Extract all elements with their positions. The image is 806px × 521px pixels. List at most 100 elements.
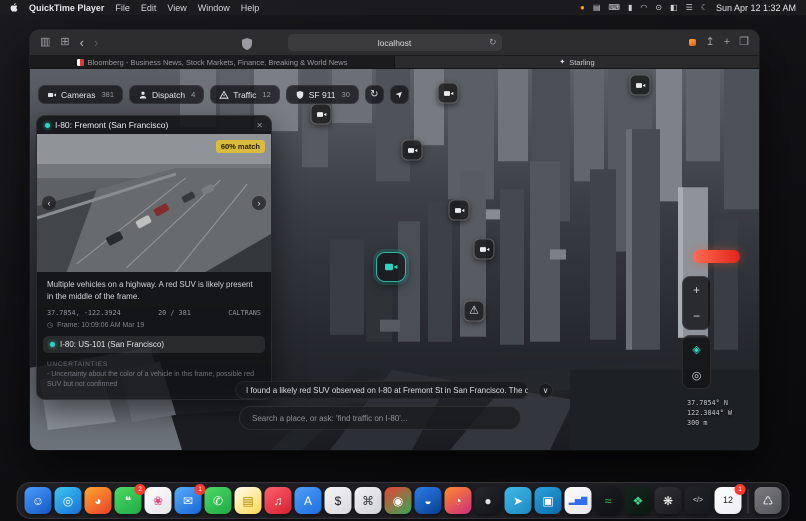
zoom-controls: + − bbox=[682, 276, 711, 330]
dock-firefox[interactable]: ◕ bbox=[85, 487, 112, 514]
share-icon[interactable]: ↥ bbox=[705, 37, 714, 48]
zoom-in-button[interactable]: + bbox=[683, 277, 710, 303]
control-center-icon[interactable]: ◧ bbox=[670, 4, 678, 12]
coordinate-alt: 300 m bbox=[687, 418, 732, 428]
spotlight-icon[interactable]: ⊙ bbox=[655, 4, 662, 12]
coordinate-lon: 122.3844° W bbox=[687, 408, 732, 418]
dock-facetime[interactable]: ✆ bbox=[205, 487, 232, 514]
menu-view[interactable]: View bbox=[167, 3, 186, 13]
recenter-button[interactable]: ◎ bbox=[683, 362, 710, 388]
dispatch-button[interactable]: Dispatch 4 bbox=[129, 85, 204, 104]
traffic-button[interactable]: Traffic 12 bbox=[210, 85, 280, 104]
refresh-icon: ↻ bbox=[370, 89, 378, 100]
tab-overview-icon[interactable]: ⊞ bbox=[60, 37, 69, 48]
dock-safari[interactable]: ◎ bbox=[55, 487, 82, 514]
tab-bloomberg[interactable]: Bloomberg - Business News, Stock Markets… bbox=[30, 56, 395, 68]
next-camera-button[interactable]: › bbox=[252, 196, 266, 210]
mail-icon: ✉ bbox=[183, 495, 193, 507]
tab-starling[interactable]: ✦ Starling bbox=[395, 56, 759, 68]
menu-window[interactable]: Window bbox=[198, 3, 230, 13]
dock-trash[interactable]: ♺ bbox=[755, 487, 782, 514]
browser-toolbar: ▥ ⊞ ‹ › localhost ↻ ↥ + ❐ bbox=[30, 30, 759, 56]
keyboard-icon[interactable]: ⌨ bbox=[608, 4, 620, 12]
chat-collapse-button[interactable]: ∨ bbox=[538, 383, 553, 398]
dock-calendar[interactable]: 121 bbox=[715, 487, 742, 514]
dock-mail[interactable]: ✉1 bbox=[175, 487, 202, 514]
nav-controls: ◈ ◎ bbox=[682, 335, 711, 389]
dock-firefox-dev[interactable]: ◔ bbox=[445, 487, 472, 514]
extension-icon[interactable] bbox=[689, 39, 696, 46]
assistant-message[interactable]: I found a likely red SUV observed on I-8… bbox=[235, 381, 529, 399]
address-bar[interactable]: localhost ↻ bbox=[288, 34, 502, 51]
dock-sketch[interactable]: ❋ bbox=[655, 487, 682, 514]
forward-icon[interactable]: › bbox=[94, 36, 98, 49]
panel-header: I-80: Fremont (San Francisco) ✕ bbox=[37, 116, 271, 134]
sidebar-icon[interactable]: ▥ bbox=[40, 37, 50, 48]
sf911-button[interactable]: SF 911 30 bbox=[286, 85, 359, 104]
dock-activity[interactable]: ≈ bbox=[595, 487, 622, 514]
dock-stocks[interactable]: ▂▅▇ bbox=[565, 487, 592, 514]
dock-node[interactable]: ❖ bbox=[625, 487, 652, 514]
new-tab-icon[interactable]: + bbox=[724, 37, 730, 48]
close-icon[interactable]: ✕ bbox=[256, 121, 263, 130]
dock-obs[interactable]: ● bbox=[475, 487, 502, 514]
locate-button[interactable]: ➤ bbox=[390, 85, 409, 104]
dock: ☺◎◕❝2❀✉1✆▤♫A$⌘◉◒◔●➤▣▂▅▇≈❖❋</>121♺ bbox=[17, 482, 790, 519]
notification-badge: 1 bbox=[735, 484, 746, 495]
camera-marker[interactable] bbox=[438, 83, 459, 104]
map-coordinates: 37.7854° N 122.3844° W 300 m bbox=[687, 398, 732, 429]
next-camera-item[interactable]: I-80: US-101 (San Francisco) bbox=[43, 336, 265, 353]
map-view[interactable]: ⚠ Cameras 381 Dispatch 4 Traffic 12 bbox=[30, 69, 759, 450]
refresh-button[interactable]: ↻ bbox=[365, 85, 384, 104]
obs-icon: ● bbox=[484, 495, 491, 507]
menu-status-area: ● ▤ ⌨ ▮ ◠ ⊙ ◧ ☰ ☾ Sun Apr 12 1:32 AM bbox=[580, 3, 796, 13]
display-icon[interactable]: ▤ bbox=[593, 4, 601, 12]
tab-bar: Bloomberg - Business News, Stock Markets… bbox=[30, 56, 759, 69]
menu-app-name[interactable]: QuickTime Player bbox=[29, 3, 104, 13]
wifi-icon[interactable]: ◠ bbox=[640, 4, 647, 12]
back-icon[interactable]: ‹ bbox=[80, 36, 84, 49]
dock-chrome[interactable]: ◉ bbox=[385, 487, 412, 514]
alert-pill[interactable] bbox=[693, 250, 740, 263]
privacy-shield-icon[interactable] bbox=[242, 37, 252, 55]
dock-photos[interactable]: ❀ bbox=[145, 487, 172, 514]
dock-vscode[interactable]: </> bbox=[685, 487, 712, 514]
menu-file[interactable]: File bbox=[115, 3, 130, 13]
camera-marker[interactable] bbox=[402, 140, 423, 161]
apple-menu-icon[interactable] bbox=[10, 3, 18, 12]
dock-app-store[interactable]: A bbox=[295, 487, 322, 514]
menu-help[interactable]: Help bbox=[241, 3, 260, 13]
dock-finder[interactable]: ☺ bbox=[25, 487, 52, 514]
camera-marker[interactable] bbox=[311, 104, 332, 125]
camera-marker[interactable] bbox=[630, 75, 651, 96]
reload-icon[interactable]: ↻ bbox=[489, 37, 497, 48]
zoom-out-button[interactable]: − bbox=[683, 303, 710, 329]
dock-notes[interactable]: ▤ bbox=[235, 487, 262, 514]
menu-extra-icon[interactable]: ☰ bbox=[686, 4, 693, 12]
record-status-icon[interactable]: ● bbox=[580, 4, 585, 12]
warning-marker[interactable]: ⚠ bbox=[464, 301, 485, 322]
prev-camera-button[interactable]: ‹ bbox=[42, 196, 56, 210]
battery-icon[interactable]: ▮ bbox=[628, 4, 632, 12]
camera-active-marker[interactable] bbox=[376, 252, 406, 282]
cameras-button[interactable]: Cameras 381 bbox=[38, 85, 123, 104]
dock-edge[interactable]: ◒ bbox=[415, 487, 442, 514]
chat-input[interactable] bbox=[239, 406, 521, 430]
locate-icon: ➤ bbox=[393, 88, 406, 101]
focus-icon[interactable]: ☾ bbox=[701, 4, 708, 12]
dock-cash[interactable]: $ bbox=[325, 487, 352, 514]
dock-music[interactable]: ♫ bbox=[265, 487, 292, 514]
dock-launcher[interactable]: ⌘ bbox=[355, 487, 382, 514]
camera-marker[interactable] bbox=[474, 239, 495, 260]
tabs-icon[interactable]: ❐ bbox=[739, 37, 749, 48]
finder-icon: ☺ bbox=[32, 495, 44, 507]
dock-messages[interactable]: ❝2 bbox=[115, 487, 142, 514]
camera-marker[interactable] bbox=[449, 200, 470, 221]
compass-button[interactable]: ◈ bbox=[683, 336, 710, 362]
dock-telegram[interactable]: ➤ bbox=[505, 487, 532, 514]
menu-edit[interactable]: Edit bbox=[141, 3, 157, 13]
dock-docker[interactable]: ▣ bbox=[535, 487, 562, 514]
menu-clock[interactable]: Sun Apr 12 1:32 AM bbox=[716, 3, 796, 13]
safari-icon: ◎ bbox=[63, 495, 73, 507]
messages-icon: ❝ bbox=[125, 495, 131, 507]
